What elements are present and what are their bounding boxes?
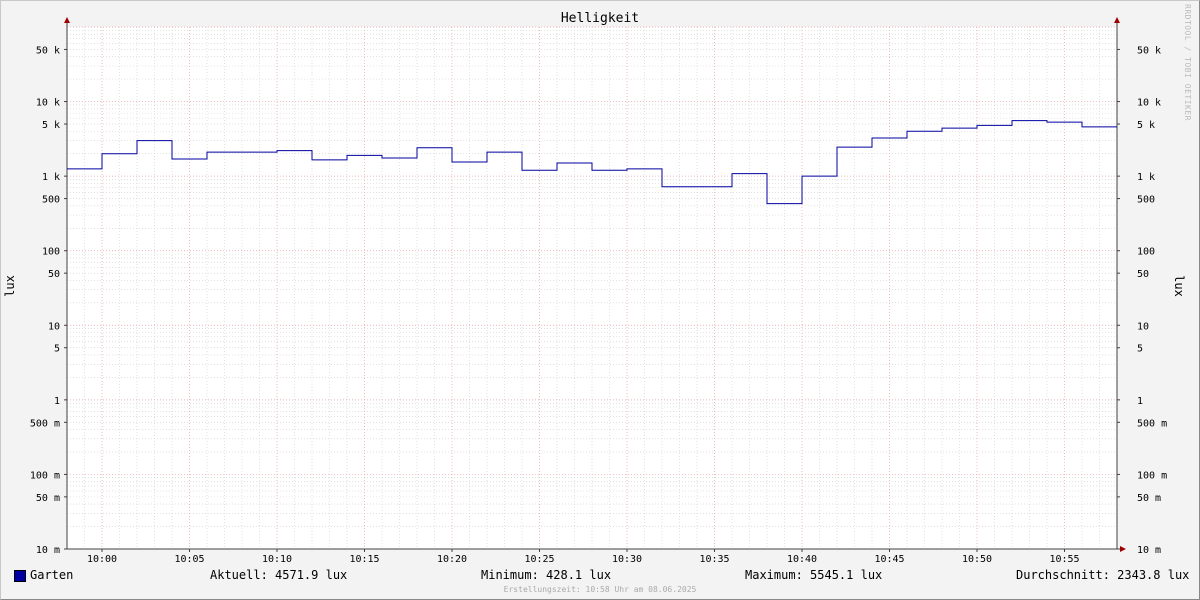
legend-minimum: Minimum: 428.1 lux	[481, 568, 612, 582]
legend-swatch-garten	[14, 570, 26, 582]
y-tick-label-left: 500 m	[30, 418, 60, 429]
chart-canvas: 50 k 50 k 10 k 10 k 5 k 5 k 1 k 1 k 500 500 100 100…	[30, 17, 1167, 565]
footer-timestamp: Erstellungszeit: 10:58 Uhr am 08.06.2025	[503, 585, 697, 594]
y-tick-label-left: 10 m	[36, 545, 60, 556]
x-axis-arrow	[1120, 546, 1126, 552]
x-tick-label: 10:35	[699, 554, 729, 565]
y-tick-label-right: 1	[1137, 396, 1143, 407]
legend-average: Durchschnitt: 2343.8 lux	[1016, 568, 1190, 582]
y-tick-label-left: 5	[54, 344, 60, 355]
y-tick-label-right: 10 k	[1137, 98, 1161, 109]
y-tick-label-right: 1 k	[1137, 172, 1155, 183]
y-tick-label-right: 100 m	[1137, 470, 1167, 481]
y-axis-label-right: lux	[1172, 275, 1186, 297]
x-tick-label: 10:15	[349, 554, 379, 565]
x-tick-label: 10:50	[962, 554, 992, 565]
legend-series-name: Garten	[30, 568, 74, 582]
y-tick-label-left: 10 k	[36, 98, 60, 109]
y-tick-label-right: 500 m	[1137, 418, 1167, 429]
y-tick-label-left: 1	[54, 396, 60, 407]
y-tick-label-left: 100	[42, 247, 60, 258]
y-tick-label-left: 1 k	[42, 172, 60, 183]
x-tick-label: 10:55	[1049, 554, 1079, 565]
y-tick-label-right: 10 m	[1137, 545, 1161, 556]
y-tick-label-left: 50 k	[36, 45, 60, 56]
x-tick-label: 10:45	[874, 554, 904, 565]
x-tick-label: 10:20	[437, 554, 467, 565]
chart-title: Helligkeit	[560, 11, 640, 26]
y-tick-label-right: 500	[1137, 195, 1155, 206]
y-tick-label-right: 10	[1137, 321, 1149, 332]
y-tick-label-left: 5 k	[42, 120, 60, 131]
legend-current: Aktuell: 4571.9 lux	[210, 568, 348, 582]
y-tick-label-left: 10	[48, 321, 60, 332]
y-tick-label-right: 50	[1137, 269, 1149, 280]
x-tick-label: 10:05	[174, 554, 204, 565]
watermark: RRDTOOL / TOBI OETIKER	[1183, 4, 1192, 121]
x-tick-label: 10:00	[87, 554, 117, 565]
y-tick-label-right: 5 k	[1137, 120, 1155, 131]
y-tick-label-right: 100	[1137, 247, 1155, 258]
y-tick-label-left: 100 m	[30, 470, 60, 481]
x-tick-label: 10:40	[787, 554, 817, 565]
legend-maximum: Maximum: 5545.1 lux	[745, 568, 883, 582]
x-tick-label: 10:25	[524, 554, 554, 565]
y-tick-label-right: 50 m	[1137, 493, 1161, 504]
y-tick-label-left: 500	[42, 195, 60, 206]
y-tick-label-right: 5	[1137, 344, 1143, 355]
y-tick-label-left: 50	[48, 269, 60, 280]
x-tick-label: 10:10	[262, 554, 292, 565]
y-axis-label-left: lux	[3, 275, 17, 297]
y-tick-label-right: 50 k	[1137, 45, 1161, 56]
y-tick-label-left: 50 m	[36, 493, 60, 504]
x-tick-label: 10:30	[612, 554, 642, 565]
